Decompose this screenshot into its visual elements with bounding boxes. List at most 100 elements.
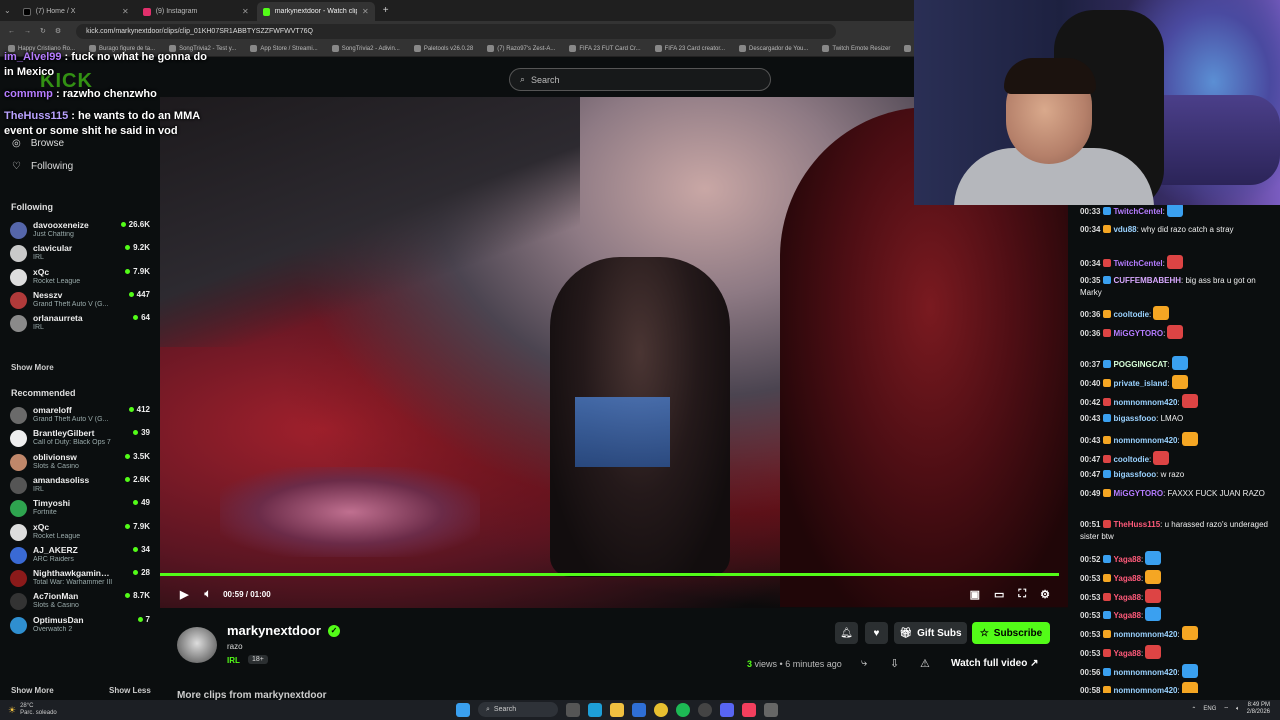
sidebar-channel-item[interactable]: xQc Rocket League 7.9K <box>10 522 150 546</box>
subscribe-button[interactable]: ☆ Subscribe <box>972 622 1050 644</box>
settings-icon[interactable]: ⚙ <box>1040 588 1050 601</box>
download-icon[interactable]: ⇩ <box>890 657 899 670</box>
report-icon[interactable]: ⚠ <box>920 657 930 670</box>
chat-username[interactable]: bigassfooo <box>1113 414 1156 423</box>
share-icon[interactable]: ⤷ <box>861 657 867 670</box>
chat-username[interactable]: vdu88 <box>1113 225 1136 234</box>
chat-username[interactable]: nomnomnom420 <box>1113 436 1177 445</box>
chat-username[interactable]: nomnomnom420 <box>1113 630 1177 639</box>
show-more-following[interactable]: Show More <box>11 363 54 372</box>
reload-icon[interactable]: ↻ <box>40 27 46 35</box>
app-icon[interactable] <box>764 702 778 717</box>
music-app-icon[interactable] <box>742 702 756 717</box>
chat-username[interactable]: MiGGYTORO <box>1113 329 1163 338</box>
show-less-recommended[interactable]: Show Less <box>109 686 151 695</box>
sidebar-channel-item[interactable]: Timyoshi Fortnite 49 <box>10 498 150 522</box>
tray-overflow-icon[interactable]: ⌃ <box>1191 706 1196 713</box>
chat-username[interactable]: TheHuss115 <box>1113 520 1160 529</box>
sidebar-item-following[interactable]: ♡ Following <box>12 161 73 172</box>
follow-button[interactable]: ♥ <box>865 622 888 644</box>
sidebar-channel-item[interactable]: amandasoliss IRL 2.6K <box>10 475 150 499</box>
category-tag[interactable]: IRL <box>227 656 240 665</box>
task-view-icon[interactable] <box>566 702 580 717</box>
miniplayer-icon[interactable]: ▣ <box>970 588 980 601</box>
spotify-icon[interactable] <box>676 702 690 717</box>
chat-username[interactable]: private_island <box>1113 379 1167 388</box>
tab-kick-clips[interactable]: markynextdoor - Watch clips o ✕ <box>256 2 375 21</box>
close-icon[interactable]: ✕ <box>242 7 249 16</box>
bookmark-item[interactable]: Descargador de You... <box>739 45 808 52</box>
bookmark-item[interactable]: SongTrivia2 - Adivin... <box>331 45 400 52</box>
new-tab-button[interactable]: + <box>383 5 389 16</box>
bookmark-item[interactable]: App Store / Streami... <box>250 45 318 52</box>
notifications-button[interactable]: 🔔︎ <box>835 622 858 644</box>
chat-username[interactable]: cooltodie <box>1113 310 1149 319</box>
chat-username[interactable]: nomnomnom420 <box>1113 668 1177 677</box>
obs-icon[interactable] <box>698 702 712 717</box>
tab-x-home[interactable]: (7) Home / X ✕ <box>17 2 135 21</box>
fullscreen-icon[interactable]: ⛶ <box>1018 588 1026 601</box>
chat-username[interactable]: CUFFEMBABEHH <box>1113 276 1181 285</box>
tab-instagram[interactable]: (9) Instagram ✕ <box>137 2 255 21</box>
show-more-recommended[interactable]: Show More <box>11 686 54 695</box>
chat-username[interactable]: Yaga88 <box>1113 611 1141 620</box>
language-indicator[interactable]: ENG <box>1203 706 1216 712</box>
sidebar-channel-item[interactable]: omareloff Grand Theft Auto V (G... 412 <box>10 405 150 429</box>
sidebar-channel-item[interactable]: BrantleyGilbert Call of Duty: Black Ops 7… <box>10 428 150 452</box>
theater-mode-icon[interactable]: ▭ <box>994 588 1004 601</box>
chat-username[interactable]: Yaga88 <box>1113 593 1141 602</box>
chat-username[interactable]: nomnomnom420 <box>1113 398 1177 407</box>
chat-username[interactable]: TwitchCentel <box>1113 259 1162 268</box>
sidebar-channel-item[interactable]: NighthawkgaminGG Total War: Warhammer III… <box>10 568 150 592</box>
sidebar-channel-item[interactable]: davooxeneize Just Chatting 26.6K <box>10 220 150 244</box>
close-icon[interactable]: ✕ <box>122 7 129 16</box>
sidebar-channel-item[interactable]: oblivionsw Slots & Casino 3.5K <box>10 452 150 476</box>
chat-username[interactable]: POGGINGCAT <box>1113 360 1167 369</box>
channel-name[interactable]: markynextdoor <box>227 623 321 638</box>
weather-widget[interactable]: ☀ 28°C Parc. soleado <box>8 703 57 717</box>
sidebar-channel-item[interactable]: xQc Rocket League 7.9K <box>10 267 150 291</box>
site-info-icon[interactable]: ⚙ <box>55 27 61 35</box>
play-icon[interactable]: ▶ <box>180 588 188 601</box>
sidebar-channel-item[interactable]: clavicular IRL 9.2K <box>10 243 150 267</box>
sidebar-channel-item[interactable]: OptimusDan Overwatch 2 7 <box>10 615 150 639</box>
chat-username[interactable]: Yaga88 <box>1113 555 1141 564</box>
sidebar-channel-item[interactable]: AJ_AKERZ ARC Raiders 34 <box>10 545 150 569</box>
sidebar-channel-item[interactable]: Ac7ionMan Slots & Casino 8.7K <box>10 591 150 615</box>
gift-subs-button[interactable]: 🎁︎ Gift Subs <box>894 622 967 644</box>
chat-username[interactable]: bigassfooo <box>1113 470 1156 479</box>
discord-icon[interactable] <box>720 702 734 717</box>
file-explorer-icon[interactable] <box>610 702 624 717</box>
store-icon[interactable] <box>632 702 646 717</box>
sidebar-channel-item[interactable]: orlanaurreta IRL 64 <box>10 313 150 337</box>
chat-username[interactable]: MiGGYTORO <box>1113 489 1163 498</box>
close-icon[interactable]: ✕ <box>362 7 369 16</box>
bookmark-item[interactable]: Twitch Emote Resizer <box>822 45 890 52</box>
url-field[interactable]: kick.com/markynextdoor/clips/clip_01KH07… <box>76 23 837 39</box>
chat-username[interactable]: Yaga88 <box>1113 649 1141 658</box>
bookmark-item[interactable]: Paletools v26.0.28 <box>413 45 473 52</box>
volume-icon[interactable]: 🔈︎ <box>204 588 211 601</box>
channel-avatar[interactable] <box>177 627 217 663</box>
sidebar-channel-item[interactable]: Nesszv Grand Theft Auto V (G... 447 <box>10 290 150 314</box>
bookmark-item[interactable]: (7) Razo97's Zest-A... <box>487 45 555 52</box>
edge-icon[interactable] <box>588 702 602 717</box>
clock[interactable]: 8:49 PM 2/8/2026 <box>1247 702 1270 716</box>
chrome-icon[interactable] <box>654 702 668 717</box>
chat-username[interactable]: nomnomnom420 <box>1113 686 1177 693</box>
speaker-icon[interactable]: 🔈︎ <box>1236 706 1240 713</box>
windows-start-icon[interactable] <box>456 702 470 717</box>
bookmark-item[interactable]: FIFA 23 FUT Card Cr... <box>569 45 641 52</box>
chat-username[interactable]: cooltodie <box>1113 455 1149 464</box>
tab-menu-icon[interactable]: ⌄ <box>4 6 11 15</box>
video-progress-bar[interactable] <box>160 573 1059 576</box>
taskbar-search[interactable]: ⌕ Search <box>478 702 558 717</box>
chat-username[interactable]: Yaga88 <box>1113 574 1141 583</box>
bookmark-item[interactable]: FIFA 23 Card creator... <box>654 45 725 52</box>
watch-full-video-link[interactable]: Watch full video ↗ <box>951 658 1038 669</box>
wifi-icon[interactable]: ⌔ <box>1223 705 1229 713</box>
chat-username[interactable]: TwitchCentel <box>1113 207 1162 216</box>
back-icon[interactable]: ← <box>8 28 15 35</box>
search-input[interactable]: ⌕ Search <box>509 68 771 91</box>
forward-icon[interactable]: → <box>24 28 31 35</box>
